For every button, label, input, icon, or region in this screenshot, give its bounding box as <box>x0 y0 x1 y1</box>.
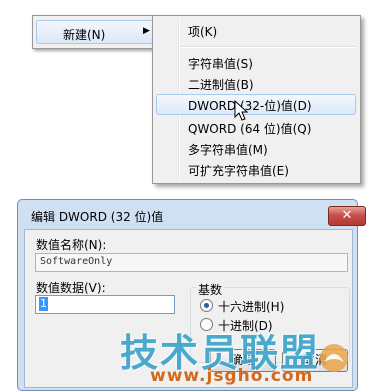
menu-separator <box>181 46 356 48</box>
new-submenu: 项(K) 字符串值(S) 二进制值(B) DWORD (32-位)值(D) QW… <box>152 15 361 184</box>
menu-item-new-label: 新建(N) <box>63 28 106 42</box>
radio-hex-label: 十六进制(H) <box>218 300 285 314</box>
menu-item-label: 字符串值(S) <box>188 57 253 71</box>
menu-item-label: QWORD (64 位)值(Q) <box>188 122 312 136</box>
submenu-arrow-icon: ▶ <box>143 26 150 36</box>
value-data-text: 1 <box>39 297 48 311</box>
watermark-url: www.jsgho.com <box>150 366 314 386</box>
menu-item-dword-value[interactable]: DWORD (32-位)值(D) <box>156 94 356 115</box>
menu-item-expandable-string-value[interactable]: 可扩充字符串值(E) <box>156 159 356 180</box>
menu-item-string-value[interactable]: 字符串值(S) <box>156 52 356 73</box>
close-icon: ✕ <box>341 208 353 223</box>
close-button[interactable]: ✕ <box>328 206 366 226</box>
value-data-label: 数值数据(V): <box>36 281 106 295</box>
menu-item-key[interactable]: 项(K) <box>156 20 356 41</box>
menu-item-multi-string-value[interactable]: 多字符串值(M) <box>156 138 356 159</box>
menu-item-qword-value[interactable]: QWORD (64 位)值(Q) <box>156 117 356 138</box>
value-name-text: SoftwareOnly <box>40 256 113 267</box>
value-data-input[interactable]: 1 <box>35 295 175 314</box>
dialog-title: 编辑 DWORD (32 位)值 <box>31 210 164 224</box>
menu-item-label: 项(K) <box>188 25 218 39</box>
mouse-cursor-icon <box>234 100 249 121</box>
menu-item-label: 可扩充字符串值(E) <box>188 164 289 178</box>
value-name-label: 数值名称(N): <box>36 238 107 252</box>
value-name-field[interactable]: SoftwareOnly <box>35 253 348 272</box>
radio-icon <box>200 299 213 312</box>
menu-item-label: 二进制值(B) <box>188 78 254 92</box>
menu-item-label: 多字符串值(M) <box>188 143 268 157</box>
menu-item-new[interactable]: 新建(N) ▶ <box>36 20 158 44</box>
radio-hex[interactable]: 十六进制(H) <box>200 298 320 314</box>
menu-item-binary-value[interactable]: 二进制值(B) <box>156 73 356 94</box>
context-menu: 新建(N) ▶ <box>32 15 160 49</box>
brand-logo-icon <box>320 344 348 372</box>
base-label: 基数 <box>196 281 225 298</box>
